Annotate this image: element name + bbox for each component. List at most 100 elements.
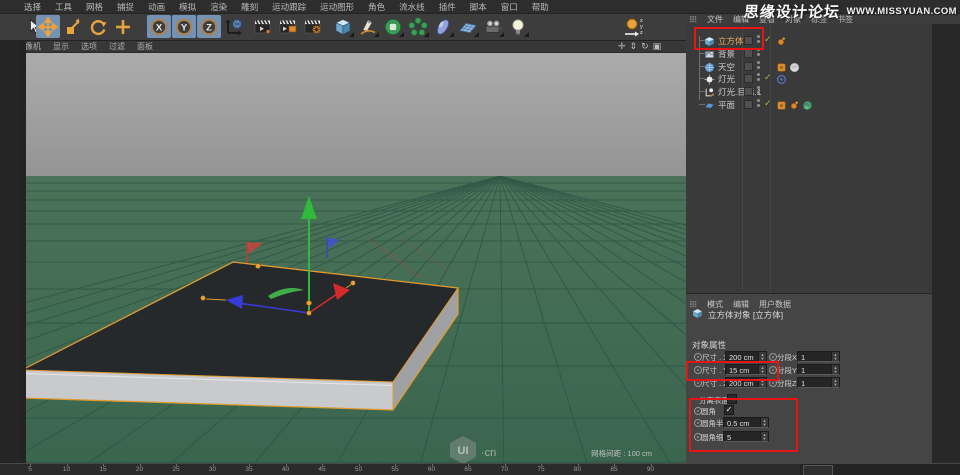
object-row-5[interactable]: 平面 ✓: [686, 98, 932, 110]
enabled-check-icon[interactable]: ✓: [764, 98, 772, 109]
primitive-cube-button[interactable]: [331, 15, 355, 38]
visibility-dots[interactable]: [757, 61, 760, 71]
array-button[interactable]: [406, 15, 430, 38]
visibility-dots[interactable]: [757, 99, 760, 109]
value-field[interactable]: 15 cm▲▼: [725, 364, 767, 375]
menu-item-13[interactable]: 脚本: [470, 1, 487, 13]
visibility-dots[interactable]: [757, 35, 760, 45]
menu-item-7[interactable]: 雕刻: [241, 1, 258, 13]
deformer-bend-button[interactable]: [431, 15, 455, 38]
render-region-button[interactable]: [276, 15, 300, 38]
maximize-view-icon[interactable]: ▣: [653, 41, 662, 51]
menu-item-2[interactable]: 网格: [86, 1, 103, 13]
spinner[interactable]: ▲▼: [831, 378, 839, 387]
timeline-end-box[interactable]: [803, 465, 833, 475]
lock-y-button[interactable]: Y: [172, 15, 196, 38]
menu-item-1[interactable]: 显示: [53, 41, 69, 52]
menu-item-4[interactable]: 标签: [811, 14, 827, 25]
layer-chip[interactable]: [744, 36, 753, 45]
layer-chip[interactable]: [744, 87, 753, 96]
move-button[interactable]: [36, 15, 60, 38]
value-field[interactable]: 0.5 cm▲▼: [723, 417, 769, 428]
object-name[interactable]: 天空: [718, 61, 735, 73]
object-name[interactable]: 灯光: [718, 73, 735, 85]
lock-z-button[interactable]: Z: [197, 15, 221, 38]
layer-chip[interactable]: [744, 100, 753, 109]
menu-item-3[interactable]: 对象: [785, 14, 801, 25]
tag-orange-tag-icon[interactable]: [776, 98, 787, 116]
menu-item-9[interactable]: 运动图形: [320, 1, 354, 13]
menu-item-2[interactable]: 选项: [81, 41, 97, 52]
value-field[interactable]: 1▲▼: [797, 377, 840, 388]
layer-chip[interactable]: [744, 62, 753, 71]
menu-item-0[interactable]: 选择: [24, 1, 41, 13]
timeline-ruler[interactable]: 51015202530354045505560657075808590: [0, 463, 960, 475]
dot-orange-tag-icon[interactable]: [789, 98, 800, 116]
menu-item-8[interactable]: 运动跟踪: [272, 1, 306, 13]
menu-item-5[interactable]: 书签: [837, 14, 853, 25]
keyframe-circle[interactable]: [769, 366, 777, 374]
value-field[interactable]: 200 cm▲▼: [725, 377, 767, 388]
menu-item-14[interactable]: 窗口: [501, 1, 518, 13]
object-name[interactable]: 灯光.目标.1: [718, 86, 761, 98]
menu-item-4[interactable]: 面板: [137, 41, 153, 52]
lock-x-button[interactable]: X: [147, 15, 171, 38]
enabled-check-icon[interactable]: ✓: [764, 34, 772, 45]
spinner[interactable]: ▲▼: [831, 365, 839, 374]
keyframe-circle[interactable]: [769, 379, 777, 387]
visibility-dots[interactable]: [757, 73, 760, 83]
object-row-3[interactable]: 灯光 ✓: [686, 72, 932, 84]
menu-item-4[interactable]: 动画: [148, 1, 165, 13]
viewport-scene[interactable]: UI ·cn 网格间距 : 100 cm: [26, 52, 686, 468]
floor-button[interactable]: [456, 15, 480, 38]
menu-item-2[interactable]: 查看: [759, 14, 775, 25]
enabled-check-icon[interactable]: ✓: [764, 72, 772, 83]
menu-item-1[interactable]: 工具: [55, 1, 72, 13]
coord-system-button[interactable]: [222, 15, 246, 38]
spinner[interactable]: ▲▼: [758, 352, 766, 361]
object-row-2[interactable]: 天空: [686, 60, 932, 72]
subdivision-button[interactable]: [381, 15, 405, 38]
value-field[interactable]: 1▲▼: [797, 364, 840, 375]
object-name[interactable]: 背景: [718, 48, 735, 60]
layer-chip[interactable]: [744, 49, 753, 58]
spinner[interactable]: ▲▼: [831, 352, 839, 361]
fillet-checkbox[interactable]: ✓: [724, 405, 734, 415]
keyframe-circle[interactable]: [694, 379, 702, 387]
light-button[interactable]: [506, 15, 530, 38]
menu-item-12[interactable]: 插件: [439, 1, 456, 13]
menu-item-11[interactable]: 流水线: [399, 1, 425, 13]
value-field[interactable]: 200 cm▲▼: [725, 351, 767, 362]
object-name[interactable]: 立方体: [718, 35, 744, 47]
object-row-1[interactable]: 背景: [686, 47, 932, 59]
object-row-4[interactable]: 灯光.目标.1: [686, 85, 932, 97]
workplane-axis-icon[interactable]: xyz: [622, 15, 652, 38]
separate-surfaces-checkbox[interactable]: [727, 394, 737, 404]
spline-pen-button[interactable]: [356, 15, 380, 38]
rotate-button[interactable]: [86, 15, 110, 38]
menu-item-3[interactable]: 捕捉: [117, 1, 134, 13]
layer-chip[interactable]: [744, 74, 753, 83]
menu-item-3[interactable]: 过滤: [109, 41, 125, 52]
menu-item-15[interactable]: 帮助: [532, 1, 549, 13]
menu-item-10[interactable]: 角色: [368, 1, 385, 13]
menu-item-0[interactable]: 摄像机: [26, 41, 41, 52]
value-field[interactable]: 1▲▼: [797, 351, 840, 362]
visibility-dots[interactable]: [757, 48, 760, 58]
menu-item-1[interactable]: 编辑: [733, 14, 749, 25]
menu-item-5[interactable]: 模拟: [179, 1, 196, 13]
object-row-0[interactable]: 立方体 ✓: [686, 34, 932, 46]
texture-green-tag-icon[interactable]: [802, 98, 813, 116]
value-field[interactable]: 5▲▼: [723, 431, 769, 442]
keyframe-circle[interactable]: [769, 353, 777, 361]
menu-item-6[interactable]: 渲染: [210, 1, 227, 13]
keyframe-circle[interactable]: [694, 366, 702, 374]
visibility-dots[interactable]: [757, 86, 760, 96]
spinner[interactable]: ▲▼: [760, 432, 768, 441]
zoom-view-icon[interactable]: ⇕: [630, 41, 638, 51]
spinner[interactable]: ▲▼: [758, 378, 766, 387]
spinner[interactable]: ▲▼: [758, 365, 766, 374]
keyframe-circle[interactable]: [694, 353, 702, 361]
rotate-view-icon[interactable]: ↻: [641, 41, 649, 51]
render-settings-button[interactable]: [301, 15, 325, 38]
